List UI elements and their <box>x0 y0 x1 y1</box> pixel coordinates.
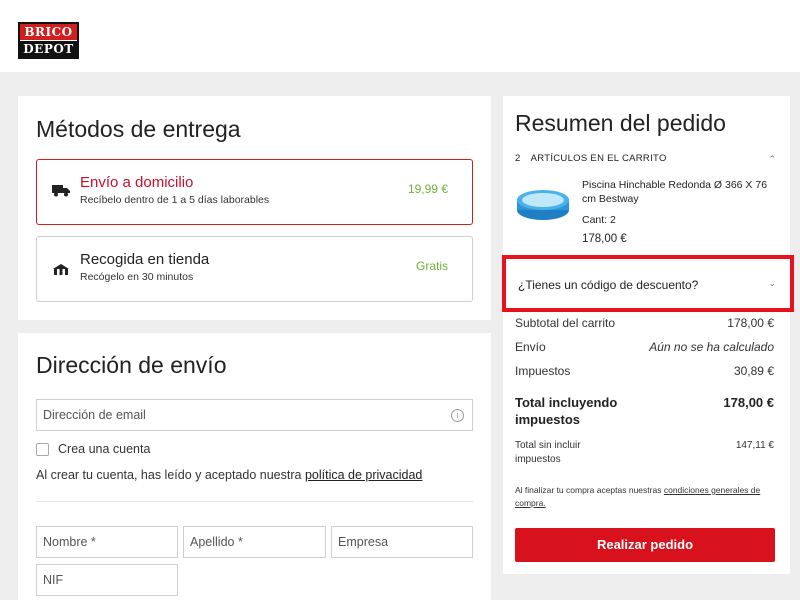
discount-code-toggle[interactable]: ¿Tienes un código de descuento? ⌄ <box>502 255 794 312</box>
delivery-methods-title: Métodos de entrega <box>36 116 241 142</box>
total-incl-tax-value: 178,00 € <box>723 395 774 410</box>
first-name-field[interactable] <box>36 526 178 558</box>
nif-field[interactable] <box>36 564 178 596</box>
shipping-address-title: Dirección de envío <box>36 352 227 378</box>
total-incl-tax-label: Total incluyendo impuestos <box>515 395 618 427</box>
tax-label: Impuestos <box>515 364 571 378</box>
privacy-policy-link[interactable]: política de privacidad <box>305 468 422 482</box>
subtotal-label: Subtotal del carrito <box>515 316 616 330</box>
first-name-input[interactable] <box>37 527 177 557</box>
delivery-option-title: Envío a domicilio <box>80 174 194 191</box>
shipping-row: Envío Aún no se ha calculado <box>515 340 774 354</box>
product-quantity: Cant: 2 <box>582 214 616 226</box>
email-field[interactable]: i <box>36 399 473 431</box>
logo-line-1: BRICO <box>20 24 77 40</box>
order-summary-title: Resumen del pedido <box>515 110 726 136</box>
top-bar: BRICO DEPOT <box>0 0 800 72</box>
delivery-option-price: 19,99 € <box>407 182 448 196</box>
tax-value: 30,89 € <box>733 364 774 378</box>
subtotal-value: 178,00 € <box>727 316 774 330</box>
privacy-terms-text: Al crear tu cuenta, has leído y aceptado… <box>36 468 422 482</box>
divider <box>36 501 473 502</box>
product-price: 178,00 € <box>582 233 627 245</box>
order-summary-panel: Resumen del pedido 2 ARTÍCULOS EN EL CARR… <box>502 96 794 574</box>
purchase-terms-text: Al finalizar tu compra aceptas nuestras … <box>515 484 777 510</box>
shipping-address-panel: Dirección de envío i Crea una cuenta Al … <box>18 333 491 600</box>
total-excl-tax-value: 147,11 € <box>735 440 774 451</box>
product-name[interactable]: Piscina Hinchable Redonda Ø 366 X 76 cm … <box>582 178 777 206</box>
chevron-down-icon: ⌄ <box>768 278 776 288</box>
delivery-option-subtitle: Recógelo en 30 minutos <box>80 271 194 283</box>
place-order-button[interactable]: Realizar pedido <box>515 528 775 562</box>
last-name-field[interactable] <box>183 526 326 558</box>
delivery-option-title: Recogida en tienda <box>80 251 210 268</box>
tax-row: Impuestos 30,89 € <box>515 364 774 378</box>
discount-code-label: ¿Tienes un código de descuento? <box>518 278 699 292</box>
pool-product-image <box>517 190 569 220</box>
chevron-up-icon[interactable]: ⌃ <box>768 154 776 165</box>
truck-icon <box>52 185 70 197</box>
shipping-label: Envío <box>515 340 546 354</box>
delivery-option-store-pickup[interactable]: Recogida en tienda Recógelo en 30 minuto… <box>36 236 473 302</box>
nif-input[interactable] <box>37 565 177 595</box>
email-input[interactable] <box>37 400 472 430</box>
bricodepot-logo[interactable]: BRICO DEPOT <box>18 22 79 59</box>
last-name-input[interactable] <box>184 527 325 557</box>
delivery-option-price: Gratis <box>415 259 448 273</box>
store-pickup-icon <box>53 264 69 275</box>
subtotal-row: Subtotal del carrito 178,00 € <box>515 316 774 330</box>
delivery-methods-panel: Métodos de entrega Envío a domicilio Rec… <box>18 96 491 320</box>
shipping-value: Aún no se ha calculado <box>649 340 774 354</box>
info-icon[interactable]: i <box>451 409 464 422</box>
purchase-terms-prefix: Al finalizar tu compra aceptas nuestras <box>515 485 662 495</box>
company-field[interactable] <box>331 526 473 558</box>
total-excl-tax-row: Total sin incluir impuestos 147,11 € <box>515 439 774 467</box>
total-incl-tax-row: Total incluyendo impuestos 178,00 € <box>515 394 774 428</box>
cart-count: 2 <box>515 153 521 164</box>
total-excl-tax-label: Total sin incluir impuestos <box>515 440 581 465</box>
create-account-label: Crea una cuenta <box>58 442 151 456</box>
company-input[interactable] <box>332 527 472 557</box>
privacy-terms-prefix: Al crear tu cuenta, has leído y aceptado… <box>36 468 302 482</box>
delivery-option-subtitle: Recíbelo dentro de 1 a 5 días laborables <box>80 194 270 206</box>
cart-count-label: ARTÍCULOS EN EL CARRITO <box>530 153 667 164</box>
logo-line-2: DEPOT <box>20 41 77 57</box>
cart-items-toggle[interactable]: 2 ARTÍCULOS EN EL CARRITO <box>515 153 667 164</box>
create-account-checkbox[interactable] <box>36 443 49 456</box>
delivery-option-home[interactable]: Envío a domicilio Recíbelo dentro de 1 a… <box>36 159 473 225</box>
